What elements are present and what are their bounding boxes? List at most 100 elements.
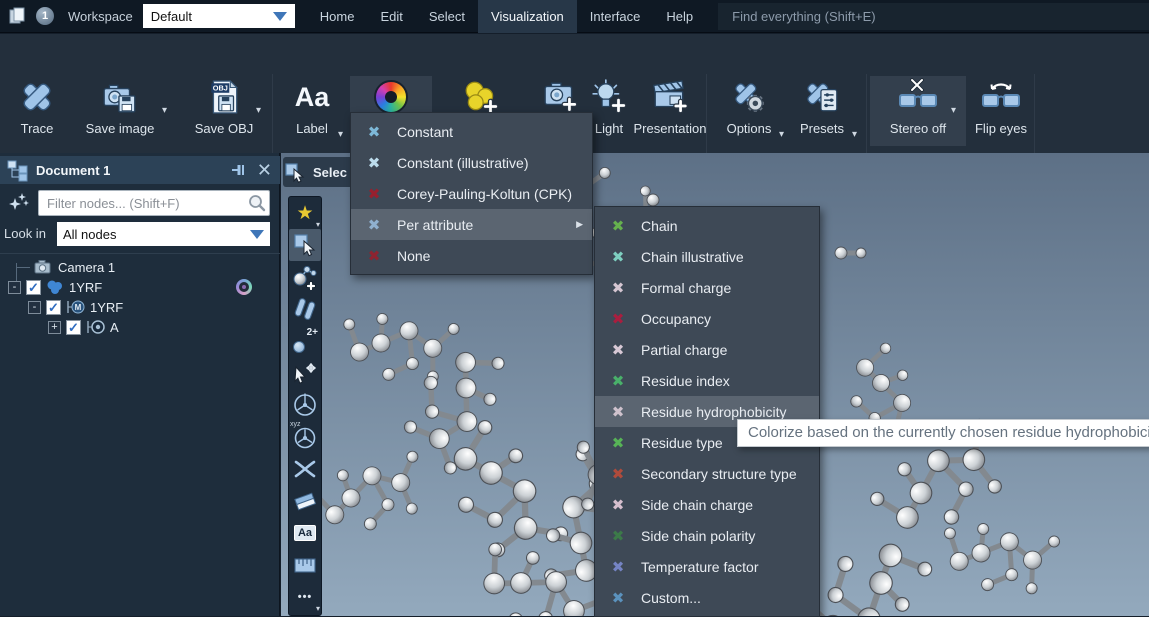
menu-item-constant-illustrative[interactable]: ✖ Constant (illustrative) bbox=[351, 147, 592, 178]
tree-row-1yrf-model[interactable]: - ✓ M 1YRF bbox=[28, 297, 123, 317]
submenu-item-formal-charge[interactable]: ✖ Formal charge bbox=[595, 272, 819, 303]
submenu-item-side-chain-charge[interactable]: ✖ Side chain charge bbox=[595, 489, 819, 520]
look-in-row: Look in All nodes bbox=[0, 222, 280, 246]
notification-badge: 1 bbox=[36, 7, 54, 25]
filter-nodes-input[interactable] bbox=[38, 190, 270, 216]
submenu-item-chain[interactable]: ✖ Chain bbox=[595, 210, 819, 241]
xyz-label: xyz bbox=[290, 421, 301, 428]
label-tool-icon: Aa bbox=[294, 525, 316, 541]
material-indicator-icon[interactable] bbox=[236, 279, 252, 295]
presets-button[interactable]: Presets bbox=[794, 76, 850, 146]
presets-dropdown-caret[interactable] bbox=[852, 130, 857, 140]
submenu-item-secondary-structure-type[interactable]: ✖ Secondary structure type bbox=[595, 458, 819, 489]
material-x-icon: ✖ bbox=[595, 527, 641, 545]
expand-expander[interactable]: + bbox=[48, 321, 61, 334]
light-button[interactable]: Light bbox=[589, 76, 629, 146]
options-button[interactable]: Options bbox=[720, 76, 778, 146]
documents-icon[interactable] bbox=[8, 6, 28, 26]
material-x-icon: ✖ bbox=[351, 247, 397, 265]
collapse-expander[interactable]: - bbox=[8, 281, 21, 294]
menubar: 1 Workspace Default Home Edit Select Vis… bbox=[0, 0, 1149, 33]
search-input[interactable] bbox=[718, 3, 1149, 30]
tree-row-camera[interactable]: Camera 1 bbox=[34, 257, 115, 277]
tab-home[interactable]: Home bbox=[307, 0, 368, 33]
workspace-label: Workspace bbox=[68, 9, 133, 24]
material-x-icon: ✖ bbox=[595, 341, 641, 359]
eraser-tool[interactable] bbox=[289, 485, 321, 517]
tab-interface[interactable]: Interface bbox=[577, 0, 654, 33]
tab-edit[interactable]: Edit bbox=[367, 0, 415, 33]
sparkle-icon[interactable] bbox=[7, 192, 31, 214]
submenu-item-temperature-factor[interactable]: ✖ Temperature factor bbox=[595, 551, 819, 582]
material-x-icon: ✖ bbox=[595, 217, 641, 235]
pin-icon[interactable] bbox=[230, 162, 248, 178]
tree-row-chain-a[interactable]: + ✓ A bbox=[48, 317, 119, 337]
label-tool[interactable]: Aa bbox=[289, 517, 321, 549]
submenu-item-custom[interactable]: ✖ Custom... bbox=[595, 582, 819, 613]
more-tools-caret bbox=[316, 604, 320, 613]
bond-icon bbox=[292, 296, 318, 322]
favorites-tool[interactable]: ★ bbox=[289, 197, 321, 229]
select-tool[interactable] bbox=[289, 229, 321, 261]
add-atom-tool[interactable] bbox=[289, 261, 321, 293]
panel-title: Document 1 bbox=[36, 163, 110, 178]
material-x-icon: ✖ bbox=[595, 279, 641, 297]
workspace-value: Default bbox=[151, 9, 192, 24]
save-obj-button[interactable]: OBJ Save OBJ bbox=[188, 76, 260, 146]
submenu-item-side-chain-polarity[interactable]: ✖ Side chain polarity bbox=[595, 520, 819, 551]
active-tool-label: Selec bbox=[313, 165, 347, 180]
active-tool-indicator[interactable]: Selec bbox=[283, 157, 353, 187]
trace-icon bbox=[18, 76, 56, 118]
options-dropdown-caret[interactable] bbox=[779, 130, 784, 140]
label-dropdown-caret[interactable] bbox=[338, 130, 343, 140]
presentation-button[interactable]: Presentation bbox=[632, 76, 708, 146]
menu-item-none[interactable]: ✖ None bbox=[351, 240, 592, 271]
trace-button[interactable]: Trace bbox=[10, 76, 64, 146]
menu-item-cpk[interactable]: ✖ Corey-Pauling-Koltun (CPK) bbox=[351, 178, 592, 209]
charge-tool[interactable]: 2+ bbox=[289, 325, 321, 357]
save-obj-dropdown-caret[interactable] bbox=[256, 106, 261, 116]
material-x-icon: ✖ bbox=[351, 216, 397, 234]
edit-toolbar: ★ bbox=[288, 196, 322, 616]
search-icon[interactable] bbox=[248, 194, 266, 212]
visibility-checkbox[interactable]: ✓ bbox=[46, 300, 61, 315]
collapse-expander[interactable]: - bbox=[28, 301, 41, 314]
document-panel-titlebar[interactable]: Document 1 ✕ bbox=[0, 156, 280, 184]
look-in-dropdown[interactable]: All nodes bbox=[57, 222, 270, 246]
stereo-dropdown-caret[interactable] bbox=[951, 106, 956, 116]
tree-label: Camera 1 bbox=[58, 260, 115, 275]
svg-text:OBJ: OBJ bbox=[213, 84, 228, 93]
submenu-item-chain-illustrative[interactable]: ✖ Chain illustrative bbox=[595, 241, 819, 272]
close-icon[interactable]: ✕ bbox=[257, 159, 272, 181]
material-x-icon: ✖ bbox=[595, 589, 641, 607]
save-image-button[interactable]: Save image bbox=[82, 76, 158, 146]
presets-icon bbox=[803, 76, 841, 118]
tree-connector bbox=[16, 267, 30, 268]
tree-row-1yrf-root[interactable]: - ✓ 1YRF bbox=[8, 277, 272, 297]
menu-item-per-attribute[interactable]: ✖ Per attribute ▶ bbox=[351, 209, 592, 240]
menu-item-constant[interactable]: ✖ Constant bbox=[351, 116, 592, 147]
submenu-item-residue-index[interactable]: ✖ Residue index bbox=[595, 365, 819, 396]
save-image-dropdown-caret[interactable] bbox=[162, 106, 167, 116]
xyz-dial-tool[interactable]: xyz bbox=[289, 421, 321, 453]
tab-select[interactable]: Select bbox=[416, 0, 478, 33]
ruler-icon bbox=[292, 552, 318, 578]
workspace-dropdown[interactable]: Default bbox=[143, 4, 295, 28]
tab-help[interactable]: Help bbox=[653, 0, 706, 33]
rotate-dial-tool[interactable] bbox=[289, 389, 321, 421]
chain-node-icon bbox=[86, 319, 106, 335]
tab-visualization[interactable]: Visualization bbox=[478, 0, 577, 33]
bond-tool[interactable] bbox=[289, 293, 321, 325]
move-tool[interactable] bbox=[289, 357, 321, 389]
submenu-item-partial-charge[interactable]: ✖ Partial charge bbox=[595, 334, 819, 365]
visibility-checkbox[interactable]: ✓ bbox=[66, 320, 81, 335]
more-tools[interactable]: ••• bbox=[289, 581, 321, 613]
label-aa-icon: Aa bbox=[295, 76, 330, 118]
measure-tool[interactable] bbox=[289, 549, 321, 581]
submenu-item-occupancy[interactable]: ✖ Occupancy bbox=[595, 303, 819, 334]
structural-model-icon bbox=[46, 279, 64, 295]
label-button[interactable]: Aa Label bbox=[286, 76, 338, 146]
twist-tool[interactable] bbox=[289, 453, 321, 485]
flip-eyes-button[interactable]: Flip eyes bbox=[972, 76, 1030, 146]
visibility-checkbox[interactable]: ✓ bbox=[26, 280, 41, 295]
